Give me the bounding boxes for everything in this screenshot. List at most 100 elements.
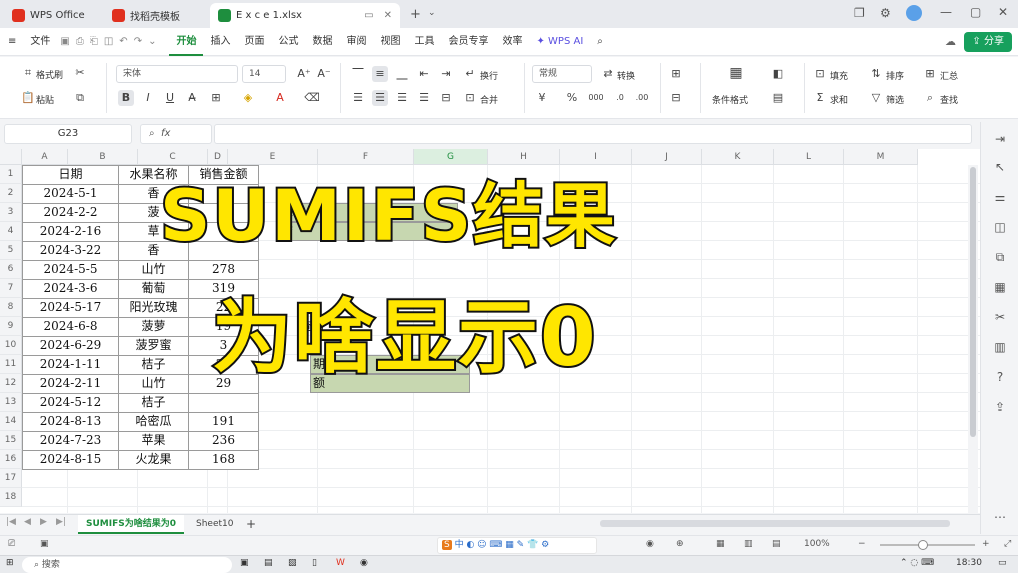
window-close-icon[interactable]: ✕ [998, 5, 1008, 19]
normal-view-icon[interactable]: ▦ [716, 539, 725, 549]
wrap-icon[interactable]: ↵ [462, 66, 478, 82]
row-header-5[interactable]: 5 [0, 241, 22, 260]
number-format-select[interactable]: 常规 [532, 65, 592, 83]
fill-icon[interactable]: ⊡ [812, 66, 828, 82]
table-header-cell[interactable]: 日期 [22, 165, 119, 185]
find-icon[interactable]: ⌕ [922, 90, 938, 106]
paste-label[interactable]: 粘贴 [36, 93, 54, 106]
table-cell[interactable]: 桔子 [118, 355, 189, 375]
app-icon[interactable]: ◉ [360, 558, 368, 568]
cond-format-icon[interactable]: ▦ [728, 65, 744, 81]
page-break-icon[interactable]: ▤ [772, 539, 781, 549]
save-icon[interactable]: ▣ [57, 28, 72, 56]
convert-label[interactable]: 转换 [617, 69, 635, 82]
table-cell[interactable]: 2024-8-15 [22, 450, 119, 470]
table-cell[interactable] [188, 393, 259, 413]
doc-icon[interactable]: ▯ [312, 558, 317, 568]
help-icon[interactable]: ? [991, 368, 1009, 386]
align-right-icon[interactable]: ☰ [394, 90, 410, 106]
row-header-6[interactable]: 6 [0, 260, 22, 279]
cut-icon[interactable]: ✂ [72, 65, 88, 81]
taskbar-search[interactable]: ⌕ 搜索 [22, 557, 232, 573]
align-bottom-icon[interactable]: ⎽ [394, 66, 410, 82]
print-icon[interactable]: ⎗ [87, 28, 101, 56]
menu-insert[interactable]: 插入 [203, 28, 237, 56]
cloud-icon[interactable]: ☁ [945, 35, 956, 48]
table-style-icon[interactable]: ▤ [770, 90, 786, 106]
table-cell[interactable]: 桔子 [118, 393, 189, 413]
menu-file[interactable]: 文件 [23, 28, 57, 56]
share-button[interactable]: ⇪ 分享 [964, 32, 1012, 52]
table-cell[interactable]: 2024-6-29 [22, 336, 119, 356]
table-cell[interactable]: 2024-2-2 [22, 203, 119, 223]
paste-icon[interactable]: 📋 [20, 90, 36, 106]
add-decimal-icon[interactable]: .0 [612, 90, 628, 106]
add-sheet-button[interactable]: + [238, 515, 264, 534]
column-header-l[interactable]: L [774, 149, 844, 165]
table-cell[interactable]: 哈密瓜 [118, 412, 189, 432]
select-icon[interactable]: ↖ [991, 158, 1009, 176]
table-cell[interactable]: 苹果 [118, 431, 189, 451]
share-panel-icon[interactable]: ⇪ [991, 398, 1009, 416]
table-cell[interactable]: 2024-6-8 [22, 317, 119, 337]
column-header-c[interactable]: C [138, 149, 208, 165]
chart-icon[interactable]: ▦ [991, 278, 1009, 296]
bold-icon[interactable]: B [118, 90, 134, 106]
row-header-13[interactable]: 13 [0, 393, 22, 412]
maximize-icon[interactable]: ▢ [970, 5, 981, 19]
row-header-3[interactable]: 3 [0, 203, 22, 222]
column-header-j[interactable]: J [632, 149, 702, 165]
tab-excel-file[interactable]: E x c e 1.xlsx ▭ ✕ [210, 3, 400, 28]
row-header-2[interactable]: 2 [0, 184, 22, 203]
monitor-icon[interactable]: ▭ [364, 10, 373, 21]
next-sheet-icon[interactable]: ▶ [40, 517, 47, 527]
prev-sheet-icon[interactable]: ◀ [24, 517, 31, 527]
align-middle-icon[interactable]: ≡ [372, 66, 388, 82]
row-header-11[interactable]: 11 [0, 355, 22, 374]
percent-icon[interactable]: % [564, 90, 580, 106]
formula-input[interactable] [214, 124, 972, 144]
column-header-i[interactable]: I [560, 149, 632, 165]
menu-efficiency[interactable]: 效率 [495, 28, 529, 56]
eye-icon[interactable]: ◉ [646, 539, 654, 549]
select-all-corner[interactable] [0, 149, 22, 165]
row-col-icon[interactable]: ⊞ [668, 66, 684, 82]
zoom-in-icon[interactable]: + [982, 539, 990, 549]
redo-icon[interactable]: ↷ [131, 28, 145, 56]
last-sheet-icon[interactable]: ▶| [56, 517, 66, 527]
table-cell[interactable]: 2024-3-6 [22, 279, 119, 299]
row-header-16[interactable]: 16 [0, 450, 22, 469]
decrease-font-icon[interactable]: A⁻ [316, 66, 332, 82]
table-cell[interactable]: 236 [188, 431, 259, 451]
sum-icon[interactable]: Σ [812, 90, 828, 106]
justify-icon[interactable]: ☰ [416, 90, 432, 106]
increase-font-icon[interactable]: A⁺ [296, 66, 312, 82]
name-box[interactable]: G23 [4, 124, 132, 144]
summary-label[interactable]: 汇总 [940, 69, 958, 82]
table-cell[interactable]: 山竹 [118, 260, 189, 280]
settings-icon[interactable]: ⚙ [880, 6, 891, 20]
book-icon[interactable]: ▥ [991, 338, 1009, 356]
table-cell[interactable]: 阳光玫瑰 [118, 298, 189, 318]
explorer-icon[interactable]: ▤ [264, 558, 273, 568]
search-icon[interactable]: ⌕ [590, 28, 610, 56]
font-size-select[interactable]: 14 [242, 65, 286, 83]
table-cell[interactable]: 2024-5-17 [22, 298, 119, 318]
filter-icon[interactable]: ▽ [868, 90, 884, 106]
filter-label[interactable]: 筛选 [886, 93, 904, 106]
column-header-g[interactable]: G [414, 149, 488, 165]
indent-decrease-icon[interactable]: ⇤ [416, 66, 432, 82]
format-painter-icon[interactable]: ⌗ [20, 65, 36, 81]
menu-home[interactable]: 开始 [169, 28, 204, 56]
menu-member[interactable]: 会员专享 [441, 28, 495, 56]
cond-format-label[interactable]: 条件格式 [712, 93, 748, 106]
column-header-f[interactable]: F [318, 149, 414, 165]
column-header-e[interactable]: E [228, 149, 318, 165]
tools-icon[interactable]: ✂ [991, 308, 1009, 326]
table-cell[interactable]: 菠萝 [118, 317, 189, 337]
sheet-tab-active[interactable]: SUMIFS为啥结果为0 [78, 515, 184, 534]
align-top-icon[interactable]: ⎺ [350, 66, 366, 82]
align-center-icon[interactable]: ☰ [372, 90, 388, 106]
row-header-12[interactable]: 12 [0, 374, 22, 393]
shape-icon[interactable]: ⧉ [991, 248, 1009, 266]
